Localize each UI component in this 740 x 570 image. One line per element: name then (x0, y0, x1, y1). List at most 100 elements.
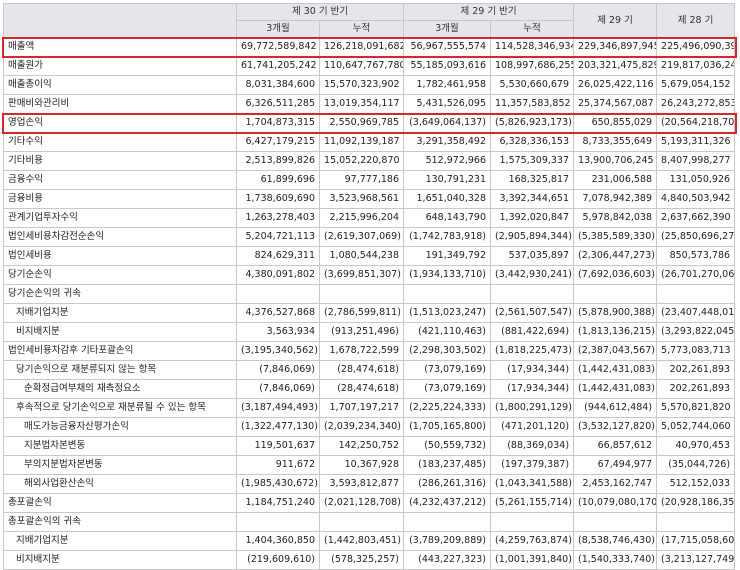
value-cell: 11,092,139,187 (318, 132, 405, 152)
table-header: 제 30 기 반기 제 29 기 반기 제 29 기 제 28 기 3개월 누적… (3, 3, 736, 38)
value-cell: 4,380,091,802 (236, 265, 320, 285)
row-label: 금융수익 (3, 170, 237, 190)
value-cell (318, 512, 405, 532)
value-cell: 225,496,090,393 (656, 37, 736, 57)
value-cell: 202,261,893 (656, 360, 736, 380)
header-30-cumulative: 누적 (318, 20, 405, 38)
value-cell: (28,474,618) (318, 360, 405, 380)
table-row: 매출액 69,772,589,842 126,218,091,682 56,967,5… (3, 37, 736, 57)
value-cell: 69,772,589,842 (236, 37, 320, 57)
value-cell: 229,346,897,945 (573, 37, 658, 57)
value-cell: (3,789,209,889) (403, 531, 492, 551)
value-cell: (1,442,803,451) (318, 531, 405, 551)
table-row: 당기순손익 4,380,091,802 (3,699,851,307) (1,934,… (3, 265, 736, 285)
value-cell (403, 284, 492, 304)
value-cell: 1,678,722,599 (318, 341, 405, 361)
value-cell: (578,325,257) (318, 550, 405, 570)
value-cell (318, 284, 405, 304)
value-cell: (5,878,900,388) (573, 303, 658, 323)
row-label: 매출총이익 (3, 75, 237, 95)
value-cell: (443,227,323) (403, 550, 492, 570)
value-cell: (2,039,234,340) (318, 417, 405, 437)
value-cell: (2,225,224,333) (403, 398, 492, 418)
value-cell: 5,204,721,113 (236, 227, 320, 247)
value-cell: (3,699,851,307) (318, 265, 405, 285)
value-cell: 108,997,686,255 (490, 56, 575, 76)
value-cell: (881,422,694) (490, 322, 575, 342)
value-cell: (3,649,064,137) (403, 113, 492, 133)
value-cell (656, 284, 736, 304)
value-cell: 203,321,475,829 (573, 56, 658, 76)
value-cell: (20,928,186,351) (656, 493, 736, 513)
value-cell: 168,325,817 (490, 170, 575, 190)
value-cell: 850,573,786 (656, 246, 736, 266)
value-cell: 1,080,544,238 (318, 246, 405, 266)
table-row: 법인세비용차감후 기타포괄손익 (3,195,340,562) 1,678,722,… (3, 341, 736, 361)
value-cell: (3,195,340,562) (236, 341, 320, 361)
value-cell: 15,570,323,902 (318, 75, 405, 95)
value-cell: 5,978,842,038 (573, 208, 658, 228)
value-cell: (1,442,431,083) (573, 360, 658, 380)
row-label: 매출원가 (3, 56, 237, 76)
table-row: 금융비용 1,738,609,690 3,523,968,561 1,651,040,… (3, 189, 736, 209)
value-cell: 5,773,083,713 (656, 341, 736, 361)
row-label: 법인세비용 (3, 246, 237, 266)
value-cell: (2,387,043,567) (573, 341, 658, 361)
value-cell: (1,442,431,083) (573, 379, 658, 399)
value-cell: 512,972,966 (403, 151, 492, 171)
row-label: 기타수익 (3, 132, 237, 152)
value-cell: (1,540,333,740) (573, 550, 658, 570)
value-cell: 13,019,354,117 (318, 94, 405, 114)
table-row: 후속적으로 당기손익으로 재분류될 수 있는 항목 (3,187,494,493)… (3, 398, 736, 418)
value-cell: 8,733,355,649 (573, 132, 658, 152)
value-cell: (1,043,341,588) (490, 474, 575, 494)
value-cell: 10,367,928 (318, 455, 405, 475)
value-cell: 130,791,231 (403, 170, 492, 190)
value-cell: 4,376,527,868 (236, 303, 320, 323)
value-cell: (944,612,484) (573, 398, 658, 418)
table-row: 매출원가 61,741,205,242 110,647,767,780 55,185,… (3, 56, 736, 76)
income-statement-sheet: 제 30 기 반기 제 29 기 반기 제 29 기 제 28 기 3개월 누적… (1, 3, 737, 570)
table-row: 지분법자본변동 119,501,637 142,250,752 (50,559,732… (3, 436, 736, 456)
income-statement-table: 제 30 기 반기 제 29 기 반기 제 29 기 제 28 기 3개월 누적… (3, 3, 736, 570)
table-row: 지배기업지분 4,376,527,868 (2,786,599,811) (1,513… (3, 303, 736, 323)
value-cell (490, 512, 575, 532)
value-cell: (3,187,494,493) (236, 398, 320, 418)
value-cell: (73,079,169) (403, 360, 492, 380)
header-29-three-months: 3개월 (403, 20, 492, 38)
value-cell: (20,564,218,701) (656, 113, 736, 133)
value-cell: 3,593,812,877 (318, 474, 405, 494)
value-cell: 3,523,968,561 (318, 189, 405, 209)
value-cell: 6,328,336,153 (490, 132, 575, 152)
value-cell: (197,379,387) (490, 455, 575, 475)
value-cell: 202,261,893 (656, 379, 736, 399)
value-cell: (1,001,391,840) (490, 550, 575, 570)
row-label: 기타비용 (3, 151, 237, 171)
row-label: 총포괄손익의 귀속 (3, 512, 237, 532)
value-cell (403, 512, 492, 532)
value-cell (573, 284, 658, 304)
row-label: 매출액 (3, 37, 237, 57)
value-cell: (26,701,270,064) (656, 265, 736, 285)
value-cell: (4,259,763,874) (490, 531, 575, 551)
table-row: 비지배지분 3,563,934 (913,251,496) (421,110,463)… (3, 322, 736, 342)
value-cell: (8,538,746,430) (573, 531, 658, 551)
table-row: 영업손익 1,704,873,315 2,550,969,785 (3,649,064… (3, 113, 736, 133)
value-cell: (1,800,291,129) (490, 398, 575, 418)
value-cell: (219,609,610) (236, 550, 320, 570)
value-cell: (2,561,507,547) (490, 303, 575, 323)
value-cell: (7,692,036,603) (573, 265, 658, 285)
value-cell: (4,232,437,212) (403, 493, 492, 513)
value-cell: (5,261,155,714) (490, 493, 575, 513)
value-cell: (2,619,307,069) (318, 227, 405, 247)
value-cell: (2,306,447,273) (573, 246, 658, 266)
value-cell: 26,025,422,116 (573, 75, 658, 95)
value-cell: 3,392,344,651 (490, 189, 575, 209)
value-cell: 512,152,033 (656, 474, 736, 494)
value-cell: 4,840,503,942 (656, 189, 736, 209)
value-cell: 3,291,358,492 (403, 132, 492, 152)
value-cell: 5,431,526,095 (403, 94, 492, 114)
value-cell: (1,322,477,130) (236, 417, 320, 437)
value-cell: 114,528,346,934 (490, 37, 575, 57)
value-cell: (1,742,783,918) (403, 227, 492, 247)
